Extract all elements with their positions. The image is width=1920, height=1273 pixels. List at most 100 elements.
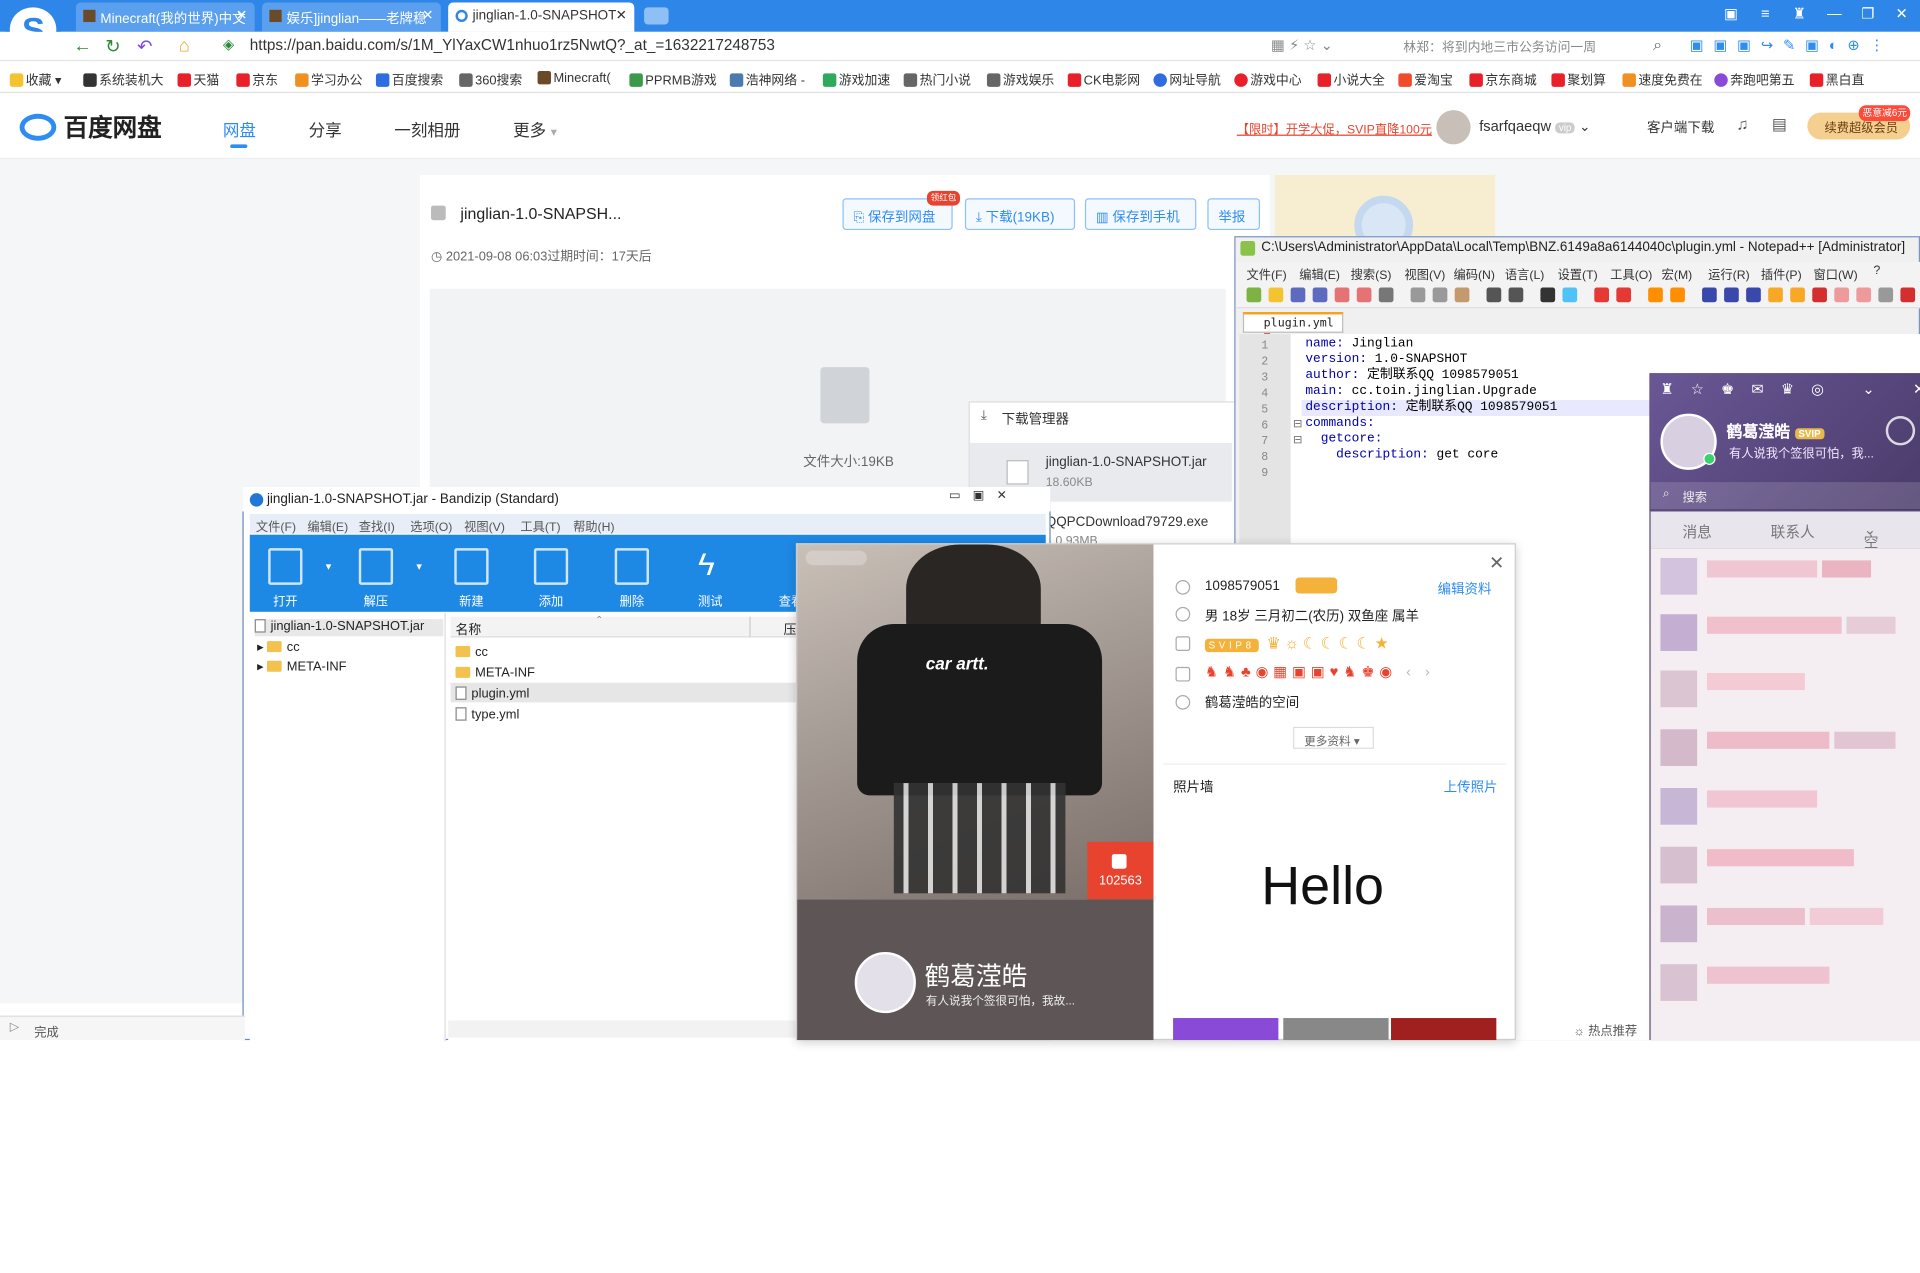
bookmark-item[interactable]: 爱淘宝 [1398, 71, 1453, 89]
doc-map-icon[interactable] [1768, 287, 1783, 303]
level-badges[interactable]: SVIP8 ♛☼☾☾☾☾★ [1204, 634, 1393, 654]
close-file-icon[interactable] [1334, 287, 1350, 303]
qq-search-input[interactable]: ⌕ 搜索 [1650, 482, 1920, 510]
bookmark-item[interactable]: 京东商城 [1469, 71, 1537, 89]
extract-icon[interactable] [358, 548, 394, 585]
tab-plugin-yml[interactable]: plugin.yml ⊠ [1242, 312, 1344, 344]
browser-tab[interactable]: 娱乐]jinglian——老牌稳 ✕ [262, 2, 441, 32]
bookmark-item[interactable]: 京东 [236, 71, 278, 89]
tree-root[interactable]: jinglian-1.0-SNAPSHOT.jar [254, 619, 444, 637]
edit-profile-link[interactable]: 编辑资料 [1438, 579, 1492, 599]
stop-macro-icon[interactable] [1834, 287, 1849, 303]
show-all-chars-icon[interactable] [1724, 287, 1739, 303]
save-all-icon[interactable] [1312, 287, 1328, 303]
photo-thumb[interactable] [1283, 1018, 1389, 1041]
bookmark-item[interactable]: Minecraft( [537, 70, 611, 86]
close-all-icon[interactable] [1356, 287, 1372, 303]
qzone-link[interactable]: 鹤葛滢皓的空间 [1205, 693, 1299, 713]
tab-messages[interactable]: 消息 [1682, 521, 1711, 542]
username[interactable]: fsarfqaeqw vip ⌄ [1479, 117, 1590, 134]
play-icon[interactable]: ▷ [10, 1020, 19, 1033]
save-to-phone-button[interactable]: ▥ 保存到手机 [1084, 198, 1197, 231]
menu-options[interactable]: 选项(O) [410, 516, 452, 534]
bookmark-item[interactable]: 热门小说 [903, 71, 971, 89]
indent-guide-icon[interactable] [1746, 287, 1761, 303]
restore-icon[interactable]: ❐ [1861, 5, 1874, 22]
bookmark-item[interactable]: 360搜索 [459, 71, 522, 89]
column-compressed[interactable]: 压 [784, 620, 797, 638]
shirt-icon[interactable]: ♜ [1793, 5, 1806, 22]
profile-signature[interactable]: 有人说我个签很可怕，我故... [926, 991, 1075, 1008]
bookmark-item[interactable]: CK电影网 [1067, 71, 1140, 89]
menu-file[interactable]: 文件(F) [256, 516, 296, 534]
add-icon[interactable] [533, 548, 569, 585]
menu-view[interactable]: 视图(V) [1405, 264, 1446, 282]
upload-photo-link[interactable]: 上传照片 [1444, 777, 1498, 797]
run-icon[interactable] [1900, 287, 1916, 303]
menu-edit[interactable]: 编辑(E) [307, 516, 348, 534]
user-avatar[interactable] [1436, 110, 1471, 145]
menu-file[interactable]: 文件(F) [1247, 264, 1287, 282]
promo-link[interactable]: 【限时】开学大促，SVIP直降100元 [1237, 119, 1432, 137]
home-icon[interactable]: ⌂ [179, 35, 190, 56]
open-file-icon[interactable] [1268, 287, 1284, 303]
profile-avatar[interactable] [854, 951, 916, 1014]
browser-tab[interactable]: Minecraft(我的世界)中文 ✕ [75, 2, 255, 32]
menu-macro[interactable]: 宏(M) [1662, 264, 1693, 282]
nav-more[interactable]: 更多 ▾ [513, 116, 557, 140]
like-button[interactable]: 102563 [1087, 841, 1154, 900]
menu-find[interactable]: 查找(I) [359, 516, 395, 534]
qr-icon[interactable]: ▦ ⚡ ☆ ⌄ [1271, 37, 1333, 54]
tool-add[interactable]: 添加 [539, 591, 563, 609]
refresh-icon[interactable]: ↻ [105, 35, 120, 58]
photo-wall-hello-image[interactable]: Hello [1261, 857, 1384, 918]
menu-encoding[interactable]: 编码(N) [1453, 264, 1494, 282]
qq-toolbar-icons[interactable]: ♜☆♚✉♛◎ ⌄ ✕ [1660, 381, 1920, 398]
word-wrap-icon[interactable] [1702, 287, 1717, 303]
photo-thumb[interactable] [1391, 1018, 1497, 1041]
menu-tools[interactable]: 工具(T) [520, 516, 560, 534]
weather-sun-icon[interactable] [1885, 416, 1916, 446]
client-download-link[interactable]: 客户端下载 [1647, 117, 1714, 137]
zoom-out-icon[interactable] [1616, 287, 1632, 303]
baidu-pan-logo[interactable]: 百度网盘 [19, 108, 162, 143]
close-tab-icon[interactable]: ✕ [236, 7, 247, 24]
menu-window[interactable]: 窗口(W) [1813, 264, 1857, 282]
tool-new[interactable]: 新建 [459, 591, 483, 609]
list-item[interactable]: META-INF [455, 666, 535, 680]
close-icon[interactable]: ✕ [1489, 552, 1504, 574]
record-macro-icon[interactable] [1812, 287, 1827, 303]
menu-language[interactable]: 语言(L) [1505, 264, 1544, 282]
list-item[interactable]: cc [455, 645, 488, 660]
tool-open[interactable]: 打开 [273, 591, 297, 609]
nav-pan[interactable]: 网盘 [223, 116, 256, 140]
tree-item[interactable]: ▸ cc [257, 640, 299, 655]
menu-settings[interactable]: 设置(T) [1558, 264, 1598, 282]
paste-icon[interactable] [1454, 287, 1470, 303]
back-icon[interactable]: ← [73, 35, 91, 56]
save-macro-icon[interactable] [1878, 287, 1894, 303]
nav-share[interactable]: 分享 [309, 116, 342, 140]
more-info-button[interactable]: 更多资料 ▾ [1293, 726, 1374, 749]
hot-recommend[interactable]: ☼ 热点推荐 [1573, 1020, 1637, 1038]
report-button[interactable]: 举报 [1207, 198, 1261, 231]
bookmark-item[interactable]: 收藏 ▾ [9, 71, 62, 89]
bookmark-item[interactable]: 系统装机大 [83, 71, 163, 89]
list-item[interactable]: plugin.yml [455, 686, 529, 701]
bookmark-item[interactable]: 百度搜索 [375, 71, 443, 89]
search-hint[interactable]: 林郑：将到内地三市公务访问一周 [1403, 38, 1596, 56]
service-icons[interactable]: ♞♞♣◉▦▣▣♥♞♚◉ ‹ › [1205, 663, 1435, 680]
download-button[interactable]: ⤓ 下载(19KB) [964, 198, 1076, 231]
bookmark-item[interactable]: 游戏娱乐 [986, 71, 1054, 89]
sync-v-icon[interactable] [1648, 287, 1663, 303]
tree-item[interactable]: ▸ META-INF [257, 660, 346, 675]
copy-icon[interactable] [1432, 287, 1448, 303]
redo-icon[interactable] [1508, 287, 1524, 303]
dropdown-icon[interactable]: ▾ [326, 560, 332, 573]
delete-icon[interactable] [614, 548, 649, 585]
menu-icon[interactable]: ≡ [1761, 5, 1770, 22]
menu-help[interactable]: 帮助(H) [573, 516, 614, 534]
menu-edit[interactable]: 编辑(E) [1299, 264, 1340, 282]
zoom-in-icon[interactable] [1594, 287, 1609, 303]
tab-space[interactable]: 空间 ⌄ [1864, 521, 1879, 571]
